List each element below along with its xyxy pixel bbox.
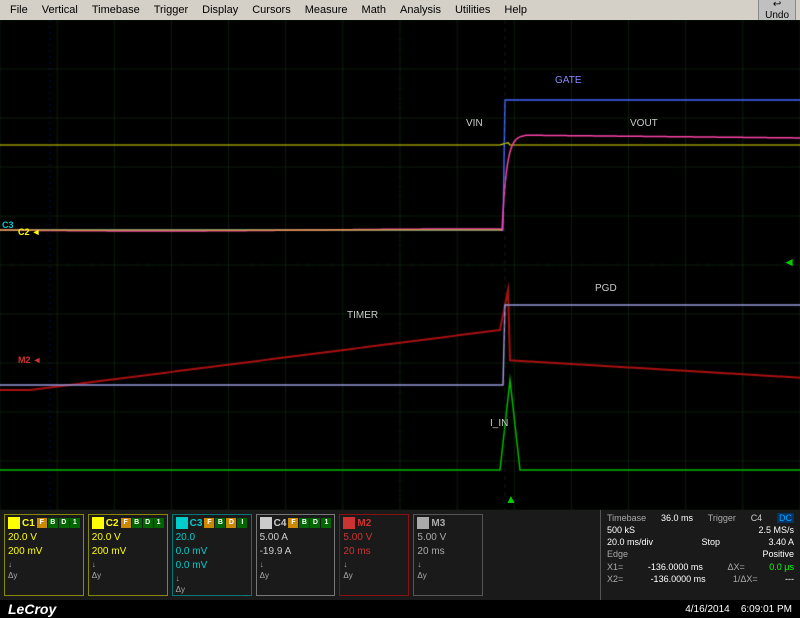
lecroy-logo: LeCroy (8, 601, 56, 617)
timer-label: TIMER (347, 310, 378, 321)
menu-utilities[interactable]: Utilities (449, 2, 496, 18)
x2-label: X2= (607, 574, 623, 584)
dx-label: ΔX= (727, 562, 744, 572)
menu-file[interactable]: File (4, 2, 34, 18)
menu-trigger[interactable]: Trigger (148, 2, 194, 18)
trigger-mode: DC (777, 513, 794, 523)
menu-help[interactable]: Help (498, 2, 533, 18)
menu-vertical[interactable]: Vertical (36, 2, 84, 18)
menu-display[interactable]: Display (196, 2, 244, 18)
stop-label: Stop (701, 537, 720, 547)
timebase-val: 36.0 ms (661, 513, 693, 523)
menu-measure[interactable]: Measure (299, 2, 354, 18)
c2-marker: C2 ◄ (18, 227, 40, 237)
ch4-box[interactable]: C4 F B D 1 5.00 A -19.9 A ↓ Δy (256, 514, 336, 596)
ch2-box[interactable]: C2 F B D 1 20.0 V 200 mV ↓ Δy (88, 514, 168, 596)
c3-label: C3 (2, 220, 14, 230)
footer: LeCroy 4/16/2014 6:09:01 PM (0, 600, 800, 618)
inv-dx-val: --- (785, 574, 794, 584)
menu-cursors[interactable]: Cursors (246, 2, 297, 18)
ch3-box[interactable]: C3 F B D I 20.0 0.0 mV 0.0 mV ↓ Δy (172, 514, 252, 596)
timestamp: 4/16/2014 6:09:01 PM (685, 604, 792, 615)
trigger-label: Trigger (708, 513, 736, 523)
ms-val: 2.5 MS/s (758, 525, 794, 535)
menu-bar: File Vertical Timebase Trigger Display C… (0, 0, 800, 20)
vout-label: VOUT (630, 118, 658, 129)
menu-timebase[interactable]: Timebase (86, 2, 146, 18)
scope-display: GATE VIN VOUT TIMER PGD I_IN C2 ◄ M2 ◄ C… (0, 20, 800, 510)
m2-box[interactable]: M2 5.00 V 20 ms ↓ Δy (339, 514, 409, 596)
menu-math[interactable]: Math (356, 2, 392, 18)
ch1-box[interactable]: C1 F B D 1 20.0 V 200 mV ↓ Δy (4, 514, 84, 596)
tb-div: 20.0 ms/div (607, 537, 653, 547)
trigger-marker: ▲ (505, 492, 517, 506)
ks-val: 500 kS (607, 525, 635, 535)
inv-dx-label: 1/ΔX= (733, 574, 758, 584)
trig-level: 3.40 A (768, 537, 794, 547)
m2-marker: M2 ◄ (18, 355, 41, 365)
trigger-arrow: ◄ (783, 255, 795, 269)
right-panel: Timebase 36.0 ms Trigger C4 DC 500 kS 2.… (600, 510, 800, 600)
menu-analysis[interactable]: Analysis (394, 2, 447, 18)
x1-val: -136.0000 ms (648, 562, 703, 572)
vin-label: VIN (466, 118, 483, 129)
x1-label: X1= (607, 562, 623, 572)
m3-box[interactable]: M3 5.00 V 20 ms ↓ Δy (413, 514, 483, 596)
iin-label: I_IN (490, 418, 508, 429)
gate-label: GATE (555, 75, 581, 86)
pgd-label: PGD (595, 283, 617, 294)
dx-val: 0.0 μs (769, 562, 794, 572)
timebase-label: Timebase (607, 513, 646, 523)
scope-grid (0, 20, 800, 510)
info-bar: C1 F B D 1 20.0 V 200 mV ↓ Δy C2 F B (0, 510, 800, 600)
trigger-ch: C4 (751, 513, 763, 523)
x2-val: -136.0000 ms (651, 574, 706, 584)
